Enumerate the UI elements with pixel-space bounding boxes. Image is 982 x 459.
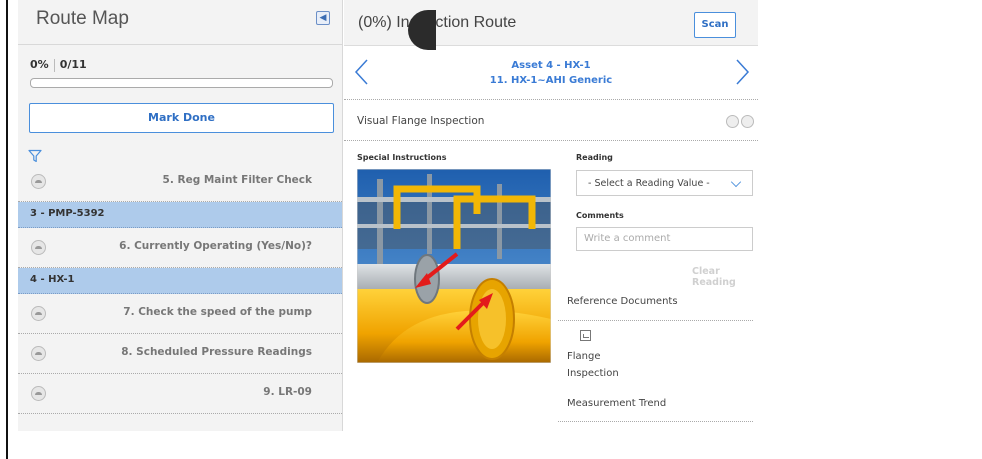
- chevron-right-icon[interactable]: [730, 56, 754, 88]
- special-instructions-label: Special Instructions: [357, 153, 447, 162]
- window-edge: [6, 0, 8, 459]
- info-icon[interactable]: [726, 115, 739, 128]
- progress-summary: 0% 0/11: [30, 58, 87, 72]
- step-status-icon: [31, 174, 46, 189]
- collapse-left-icon[interactable]: ◀: [316, 11, 330, 25]
- route-step-label: 5. Reg Maint Filter Check: [162, 174, 312, 186]
- step-actions: [724, 113, 754, 132]
- reading-value-select[interactable]: - Select a Reading Value -: [576, 170, 753, 196]
- route-step-row[interactable]: 7. Check the speed of the pump: [18, 294, 342, 334]
- clear-reading-button[interactable]: Clear Reading: [692, 266, 758, 288]
- page-title: (0%) Inspection Route: [358, 14, 517, 31]
- step-status-icon: [31, 306, 46, 321]
- reading-label: Reading: [576, 153, 613, 162]
- inspection-detail-panel: (0%) Inspection Route Scan Asset 4 - HX-…: [344, 0, 758, 431]
- step-status-icon: [31, 386, 46, 401]
- filter-icon[interactable]: [28, 149, 42, 163]
- route-step-row[interactable]: 5. Reg Maint Filter Check: [18, 162, 342, 202]
- measurement-trend-label[interactable]: Measurement Trend: [567, 398, 666, 409]
- mark-done-button[interactable]: Mark Done: [29, 103, 334, 133]
- route-step-label: 7. Check the speed of the pump: [123, 306, 312, 318]
- route-step-list: 5. Reg Maint Filter Check 3 - PMP-5392 6. …: [18, 162, 342, 414]
- progress-percent: 0%: [30, 58, 49, 71]
- asset-group-label: 4 - HX-1: [30, 274, 75, 285]
- asset-group-row[interactable]: 3 - PMP-5392: [18, 202, 342, 228]
- route-step-row[interactable]: 6. Currently Operating (Yes/No)?: [18, 228, 342, 268]
- route-step-row[interactable]: 9. LR-09: [18, 374, 342, 414]
- scan-button[interactable]: Scan: [694, 12, 736, 38]
- route-step-label: 6. Currently Operating (Yes/No)?: [119, 240, 312, 252]
- divider: [558, 421, 753, 422]
- asset-group-row[interactable]: 4 - HX-1: [18, 268, 342, 294]
- comments-label: Comments: [576, 211, 624, 220]
- step-title: Visual Flange Inspection: [357, 115, 485, 127]
- step-status-icon: [31, 346, 46, 361]
- step-header: Visual Flange Inspection: [344, 101, 758, 141]
- route-step-row[interactable]: 8. Scheduled Pressure Readings: [18, 334, 342, 374]
- step-label: 11. HX-1~AHI Generic: [489, 75, 613, 86]
- comment-input[interactable]: Write a comment: [576, 227, 753, 251]
- divider: [558, 320, 753, 321]
- asset-group-label: 3 - PMP-5392: [30, 208, 105, 219]
- reference-document-link[interactable]: Flange Inspection: [567, 348, 627, 382]
- asset-label: Asset 4 - HX-1: [511, 60, 591, 71]
- divider: [53, 58, 55, 72]
- reference-documents-label: Reference Documents: [567, 296, 678, 307]
- divider: [18, 44, 342, 45]
- asset-navigator: Asset 4 - HX-1 11. HX-1~AHI Generic: [344, 48, 758, 100]
- progress-count: 0/11: [59, 58, 87, 71]
- reading-select-value: - Select a Reading Value -: [588, 178, 710, 189]
- status-icon[interactable]: [741, 115, 754, 128]
- chevron-down-icon: [730, 176, 742, 188]
- image-document-icon[interactable]: [580, 330, 591, 341]
- route-step-label: 9. LR-09: [263, 386, 312, 398]
- route-map-title: Route Map: [36, 8, 129, 29]
- progress-bar: [30, 78, 333, 88]
- route-map-panel: Route Map ◀ 0% 0/11 Mark Done 5. Reg Main…: [18, 0, 343, 431]
- route-step-label: 8. Scheduled Pressure Readings: [121, 346, 312, 358]
- detail-header: (0%) Inspection Route Scan: [344, 0, 758, 46]
- flange-inspection-photo: [357, 169, 551, 363]
- step-status-icon: [31, 240, 46, 255]
